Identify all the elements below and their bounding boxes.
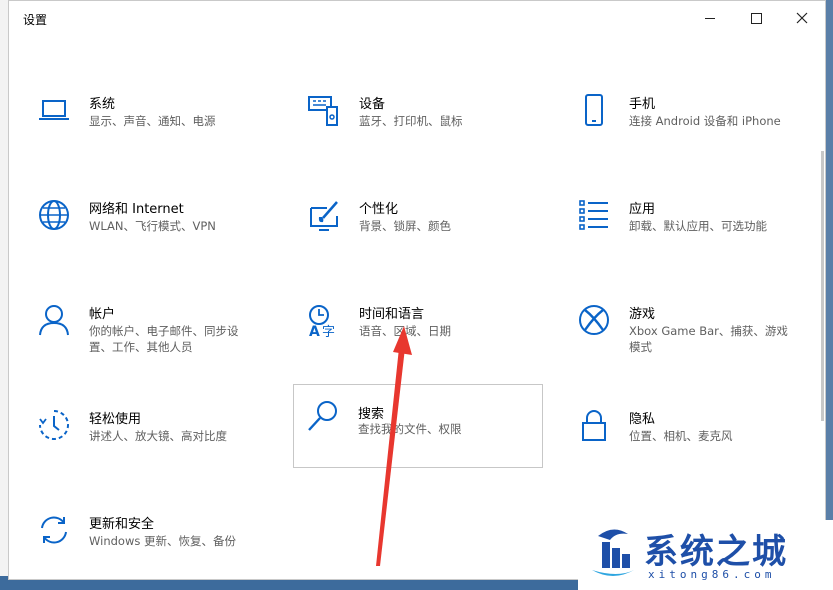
sync-icon <box>41 516 67 544</box>
tile-description: 连接 Android 设备和 iPhone <box>629 114 781 128</box>
close-button[interactable] <box>779 7 825 29</box>
tile-title: 隐私 <box>629 412 656 427</box>
scrollbar[interactable] <box>821 151 824 421</box>
tile-title: 设备 <box>359 97 386 112</box>
tile-title: 轻松使用 <box>89 412 142 427</box>
watermark: 系统之城 xitong86.com <box>578 520 833 590</box>
lock-icon <box>582 410 606 441</box>
person-icon <box>39 305 69 336</box>
window-title: 设置 <box>23 13 48 27</box>
tile-privacy[interactable]: 隐私 位置、相机、麦克风 <box>551 388 801 472</box>
tile-apps[interactable]: 应用 卸载、默认应用、可选功能 <box>551 178 801 262</box>
tile-ease-of-access[interactable]: 轻松使用 讲述人、放大镜、高对比度 <box>11 388 261 472</box>
minimize-icon <box>705 17 715 19</box>
tile-phone[interactable]: 手机 连接 Android 设备和 iPhone <box>551 73 801 157</box>
close-icon <box>796 12 808 24</box>
tile-accounts[interactable]: 帐户 你的帐户、电子邮件、同步设置、工作、其他人员 <box>11 283 261 367</box>
tile-title: 游戏 <box>629 307 656 322</box>
phone-icon <box>585 94 603 126</box>
tile-search[interactable]: 搜索 查找我的文件、权限 <box>293 384 543 468</box>
laptop-icon <box>39 100 69 120</box>
tile-title: 手机 <box>629 97 656 112</box>
globe-icon <box>39 200 69 230</box>
svg-text:A: A <box>309 324 320 337</box>
tile-description: WLAN、飞行模式、VPN <box>89 219 216 233</box>
ease-of-access-icon <box>39 410 69 440</box>
tile-description: 位置、相机、麦克风 <box>629 429 733 443</box>
tile-title: 应用 <box>629 202 656 217</box>
tile-title: 搜索 <box>358 407 385 422</box>
keyboard-icon <box>308 96 338 126</box>
watermark-url: xitong86.com <box>648 568 776 581</box>
tile-personalization[interactable]: 个性化 背景、锁屏、颜色 <box>281 178 531 262</box>
brush-icon <box>310 201 338 231</box>
tile-title: 更新和安全 <box>89 517 155 532</box>
tile-title: 帐户 <box>89 307 116 322</box>
watermark-logo-icon <box>592 529 634 576</box>
tile-title: 个性化 <box>359 202 399 217</box>
title-bar: 设置 <box>9 1 825 35</box>
tile-update-security[interactable]: 更新和安全 Windows 更新、恢复、备份 <box>11 493 261 577</box>
tile-gaming[interactable]: 游戏 Xbox Game Bar、捕获、游戏模式 <box>551 283 801 367</box>
maximize-button[interactable] <box>733 7 779 29</box>
tile-description: 语音、区域、日期 <box>359 324 451 338</box>
minimize-button[interactable] <box>687 7 733 29</box>
tile-description: 讲述人、放大镜、高对比度 <box>89 429 227 443</box>
svg-text:字: 字 <box>322 325 335 337</box>
xbox-icon <box>579 305 609 335</box>
maximize-icon <box>750 12 762 24</box>
search-icon <box>308 401 337 431</box>
tile-description: Xbox Game Bar、捕获、游戏模式 <box>629 324 788 354</box>
tile-title: 系统 <box>89 97 116 112</box>
apps-list-icon <box>579 200 608 230</box>
tile-title: 网络和 Internet <box>89 202 184 217</box>
tile-devices[interactable]: 设备 蓝牙、打印机、鼠标 <box>281 73 531 157</box>
tile-system[interactable]: 系统 显示、声音、通知、电源 <box>11 73 261 157</box>
tile-description: 卸载、默认应用、可选功能 <box>629 219 767 233</box>
tile-description: 你的帐户、电子邮件、同步设置、工作、其他人员 <box>89 324 239 354</box>
tile-description: 蓝牙、打印机、鼠标 <box>359 114 463 128</box>
clock-language-icon: A 字 <box>309 305 335 337</box>
tile-description: 显示、声音、通知、电源 <box>89 114 216 128</box>
watermark-name: 系统之城 <box>644 532 788 572</box>
tile-time-language[interactable]: A 字 时间和语言 语音、区域、日期 <box>281 283 531 367</box>
tile-title: 时间和语言 <box>359 307 425 322</box>
settings-window: 设置 系统 显示、声音、通知、电源 设备 蓝牙、打印机、鼠标 手机 连接 And… <box>8 0 826 580</box>
tile-network[interactable]: 网络和 Internet WLAN、飞行模式、VPN <box>11 178 261 262</box>
tile-description: Windows 更新、恢复、备份 <box>89 534 236 548</box>
tile-description: 查找我的文件、权限 <box>358 422 462 436</box>
tile-description: 背景、锁屏、颜色 <box>359 219 451 233</box>
